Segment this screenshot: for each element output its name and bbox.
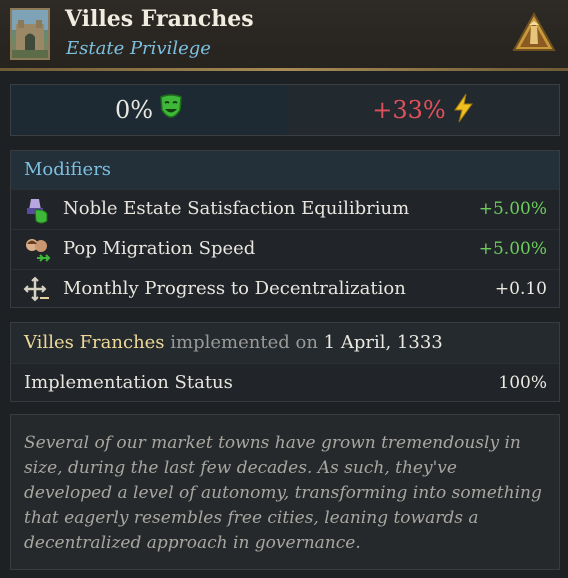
implementation-status-label: Implementation Status <box>24 372 233 393</box>
modifier-value: +5.00% <box>478 199 547 219</box>
privilege-subtitle: Estate Privilege <box>66 38 211 59</box>
pop-migration-icon <box>23 236 51 264</box>
modifier-label: Noble Estate Satisfaction Equilibrium <box>63 198 410 219</box>
implementation-date: 1 April, 1333 <box>323 332 443 353</box>
happy-mask-icon <box>159 94 183 126</box>
estate-stats-bar: 0% +33% <box>10 84 560 136</box>
satisfaction-value: 0% <box>114 96 154 124</box>
privilege-description: Several of our market towns have grown t… <box>10 414 560 570</box>
modifier-value: +0.10 <box>494 279 547 299</box>
modifiers-heading: Modifiers <box>11 151 559 189</box>
modifier-row[interactable]: Monthly Progress to Decentralization +0.… <box>11 269 559 309</box>
implementation-status-value: 100% <box>498 373 547 393</box>
implementation-section: Villes Franches implemented on 1 April, … <box>10 322 560 402</box>
lightning-icon <box>452 93 474 127</box>
header-divider <box>0 68 568 71</box>
nobility-estate-icon[interactable] <box>512 11 556 52</box>
decentralization-icon <box>23 276 51 304</box>
implementation-status-row: Implementation Status 100% <box>11 363 559 402</box>
implemented-on-text: implemented on <box>170 332 318 353</box>
modifier-row[interactable]: Noble Estate Satisfaction Equilibrium +5… <box>11 189 559 229</box>
privilege-tooltip: Villes Franches Estate Privilege 0% +33%… <box>0 0 568 578</box>
privilege-title: Villes Franches <box>65 6 254 32</box>
modifier-label: Pop Migration Speed <box>63 238 256 259</box>
power-value: +33% <box>372 96 446 124</box>
implementation-line: Villes Franches implemented on 1 April, … <box>11 323 559 363</box>
modifiers-section: Modifiers Noble Estate Satisfaction Equi… <box>10 150 560 308</box>
satisfaction-stat[interactable]: 0% <box>11 85 287 135</box>
town-gate-portrait-icon <box>10 8 50 60</box>
modifier-value: +5.00% <box>478 239 547 259</box>
tooltip-header: Villes Franches Estate Privilege <box>0 0 568 70</box>
modifier-label: Monthly Progress to Decentralization <box>63 278 406 299</box>
power-stat[interactable]: +33% <box>287 85 559 135</box>
modifier-row[interactable]: Pop Migration Speed +5.00% <box>11 229 559 269</box>
noble-satisfaction-icon <box>23 196 51 224</box>
privilege-name-link[interactable]: Villes Franches <box>24 332 165 353</box>
